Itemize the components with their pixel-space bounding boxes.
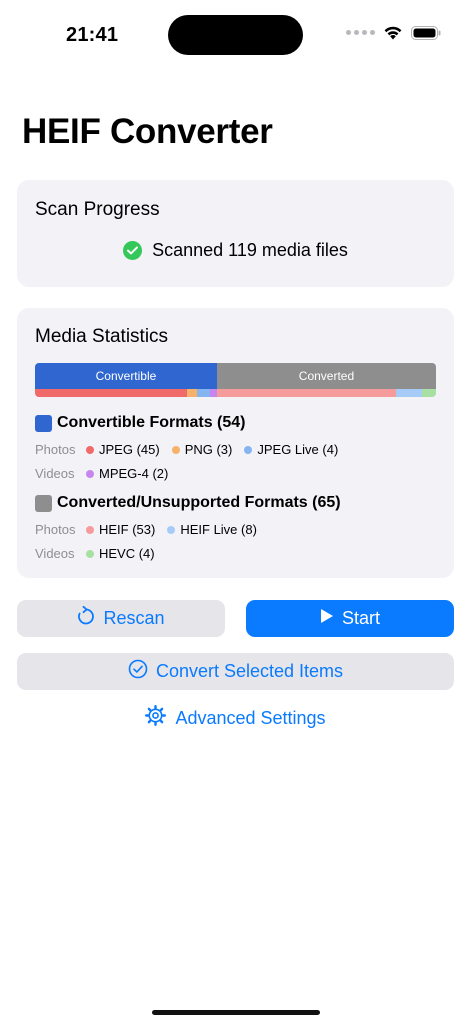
advanced-settings-link[interactable]: Advanced Settings <box>0 705 471 731</box>
converted-photos-list: HEIF (53) HEIF Live (8) <box>86 522 269 537</box>
convertible-formats-heading: Convertible Formats (54) <box>35 414 245 432</box>
convertible-photos-list: JPEG (45) PNG (3) JPEG Live (4) <box>86 442 350 457</box>
bar-categories: Convertible Converted <box>35 363 436 389</box>
legend-dot-icon <box>171 445 180 454</box>
start-button[interactable]: Start <box>246 600 454 637</box>
converted-video-format-item: HEVC (4) <box>86 546 155 561</box>
videos-label: Videos <box>35 466 75 481</box>
scan-progress-title: Scan Progress <box>35 199 160 220</box>
status-indicators <box>346 25 441 40</box>
convertible-video-format-item: MPEG-4 (2) <box>86 466 168 481</box>
checkmark-circle-outline-icon <box>128 659 148 684</box>
media-statistics-card: Media Statistics Convertible Converted C… <box>17 308 454 578</box>
cellular-signal-icon <box>346 30 375 35</box>
start-label: Start <box>341 608 380 628</box>
converted-swatch <box>35 494 52 512</box>
convertible-video-format-item-label: MPEG-4 (2) <box>99 466 169 481</box>
converted-videos-row: Videos HEVC (4) <box>35 546 167 561</box>
legend-dot-icon <box>167 525 176 534</box>
rescan-icon <box>77 605 95 631</box>
bar-breakdown-segment-6 <box>422 389 436 397</box>
convertible-photo-format-item: PNG (3) <box>171 442 233 457</box>
legend-dot-icon <box>86 525 94 534</box>
bar-format-breakdown <box>35 389 436 397</box>
page-title: HEIF Converter <box>22 112 273 151</box>
converted-videos-list: HEVC (4) <box>86 546 167 561</box>
converted-photo-format-item: HEIF Live (8) <box>167 522 257 537</box>
converted-photo-format-item: HEIF (53) <box>86 522 155 537</box>
convertible-formats-label: Convertible Formats (54) <box>57 414 246 431</box>
convertible-photo-format-item-label: JPEG (45) <box>99 442 160 457</box>
legend-dot-icon <box>86 469 94 478</box>
rescan-label: Rescan <box>103 608 165 628</box>
gear-icon <box>145 705 167 731</box>
photos-label: Photos <box>35 442 76 457</box>
play-icon <box>320 608 334 629</box>
legend-dot-icon <box>86 549 94 558</box>
rescan-button[interactable]: Rescan <box>17 600 225 637</box>
convertible-photo-format-item-label: JPEG Live (4) <box>257 442 339 457</box>
scan-progress-card: Scan Progress Scanned 119 media files <box>17 180 454 287</box>
legend-dot-icon <box>86 445 94 454</box>
converted-video-format-item-label: HEVC (4) <box>99 546 155 561</box>
dynamic-island <box>168 15 303 55</box>
convert-selected-button[interactable]: Convert Selected Items <box>17 653 454 690</box>
convertible-photo-format-item: JPEG (45) <box>86 442 160 457</box>
videos-label: Videos <box>35 546 75 561</box>
advanced-settings-label: Advanced Settings <box>175 707 326 728</box>
convertible-videos-row: Videos MPEG-4 (2) <box>35 466 180 481</box>
converted-photo-format-item-label: HEIF (53) <box>99 522 156 537</box>
home-indicator <box>152 1010 320 1015</box>
legend-dot-icon <box>244 445 253 454</box>
converted-photos-row: Photos HEIF (53) HEIF Live (8) <box>35 522 269 537</box>
app-screen: 21:41 HEIF Converter Scan Progress Scann… <box>0 0 471 1024</box>
scan-status: Scanned 119 media files <box>17 240 454 261</box>
convert-selected-label: Convert Selected Items <box>155 661 344 681</box>
convertible-swatch <box>35 414 52 432</box>
converted-photo-format-item-label: HEIF Live (8) <box>180 522 257 537</box>
media-statistics-title: Media Statistics <box>35 326 169 347</box>
status-time: 21:41 <box>66 24 119 46</box>
battery-icon <box>411 25 441 40</box>
scan-status-text: Scanned 119 media files <box>152 240 348 260</box>
bar-segment-converted: Converted <box>216 363 436 389</box>
bar-breakdown-segment-1 <box>186 389 197 397</box>
checkmark-circle-icon <box>123 241 143 260</box>
bar-breakdown-segment-5 <box>395 389 423 397</box>
convertible-photos-row: Photos JPEG (45) PNG (3) JPEG Live (4) <box>35 442 350 457</box>
media-distribution-bar: Convertible Converted <box>35 363 436 397</box>
converted-formats-heading: Converted/Unsupported Formats (65) <box>35 494 341 512</box>
bar-breakdown-segment-3 <box>210 389 217 397</box>
bar-breakdown-segment-0 <box>35 389 187 397</box>
photos-label: Photos <box>35 522 76 537</box>
convertible-photo-format-item-label: PNG (3) <box>184 442 233 457</box>
convertible-photo-format-item: JPEG Live (4) <box>244 442 338 457</box>
bar-breakdown-segment-4 <box>216 389 396 397</box>
bar-segment-convertible: Convertible <box>35 363 217 389</box>
status-bar: 21:41 <box>0 0 471 70</box>
bar-breakdown-segment-2 <box>196 389 211 397</box>
convertible-videos-list: MPEG-4 (2) <box>86 466 180 481</box>
converted-formats-label: Converted/Unsupported Formats (65) <box>57 494 341 511</box>
wifi-icon <box>383 25 403 40</box>
